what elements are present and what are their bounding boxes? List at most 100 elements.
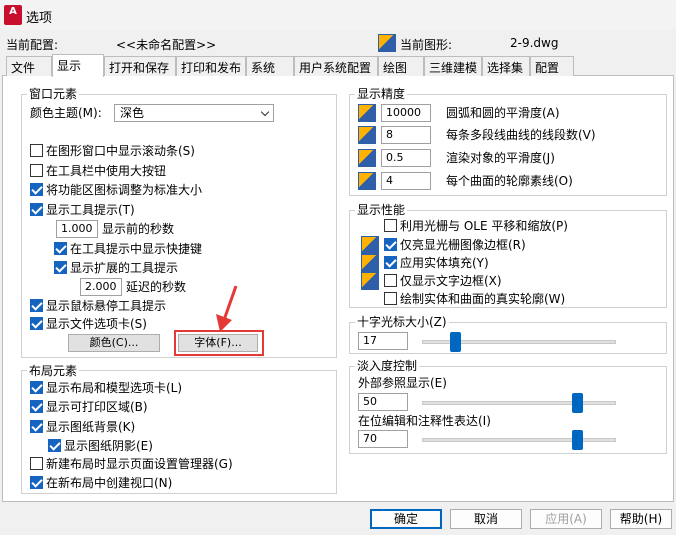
checkbox-paper-shadow[interactable]: 显示图纸阴影(E): [48, 438, 153, 454]
crosshair-size-slider-thumb[interactable]: [449, 332, 461, 352]
tab-plot-publish[interactable]: 打印和发布: [176, 56, 246, 76]
current-drawing-value: 2-9.dwg: [510, 36, 559, 50]
checkbox-raster-frame-only[interactable]: 仅亮显光栅图像边框(R): [384, 237, 526, 253]
checkbox-label: 在工具栏中使用大按钮: [46, 164, 167, 178]
tab-drafting[interactable]: 绘图: [378, 56, 424, 76]
render-smoothness-input[interactable]: 0.5: [381, 149, 431, 167]
crosshair-size-title: 十字光标大小(Z): [355, 313, 449, 330]
tab-system[interactable]: 系统: [246, 56, 294, 76]
checkbox-box[interactable]: [30, 457, 43, 470]
xref-fade-input[interactable]: 50: [358, 393, 408, 411]
checkbox-label: 显示可打印区域(B): [46, 400, 148, 414]
xref-fade-label: 外部参照显示(E): [358, 376, 447, 390]
window-elements-title: 窗口元素: [27, 85, 80, 102]
xref-fade-slider-thumb[interactable]: [572, 393, 584, 413]
checkbox-box[interactable]: [54, 242, 67, 255]
checkbox-box[interactable]: [30, 400, 43, 413]
polyline-segments-label: 每条多段线曲线的线段数(V): [446, 128, 596, 142]
drawing-file-icon: [378, 34, 396, 52]
checkbox-box[interactable]: [30, 317, 43, 330]
checkbox-box[interactable]: [30, 299, 43, 312]
tooltip-delay-input[interactable]: 1.000: [56, 220, 98, 238]
checkbox-show-scrollbars[interactable]: 在图形窗口中显示滚动条(S): [30, 143, 195, 159]
autocad-app-icon: A: [4, 5, 22, 25]
checkbox-layout-model-tabs[interactable]: 显示布局和模型选项卡(L): [30, 380, 182, 396]
drawing-setting-icon: [361, 254, 379, 272]
tab-user-preferences[interactable]: 用户系统配置: [294, 56, 378, 76]
drawing-setting-icon: [361, 236, 379, 254]
checkbox-box[interactable]: [384, 238, 397, 251]
tab-selection[interactable]: 选择集: [482, 56, 530, 76]
checkbox-large-buttons[interactable]: 在工具栏中使用大按钮: [30, 163, 166, 179]
inplace-edit-fade-input[interactable]: 70: [358, 430, 408, 448]
checkbox-box[interactable]: [30, 476, 43, 489]
checkbox-label: 利用光栅与 OLE 平移和缩放(P): [400, 219, 568, 233]
color-theme-label: 颜色主题(M):: [30, 106, 102, 120]
polyline-segments-input[interactable]: 8: [381, 126, 431, 144]
checkbox-solid-fill[interactable]: 应用实体填充(Y): [384, 255, 489, 271]
checkbox-paper-background[interactable]: 显示图纸背景(K): [30, 419, 135, 435]
drawing-setting-icon: [358, 104, 376, 122]
checkbox-box[interactable]: [384, 292, 397, 305]
checkbox-page-setup-manager[interactable]: 新建布局时显示页面设置管理器(G): [30, 456, 233, 472]
tooltip-delay-label: 显示前的秒数: [102, 222, 175, 236]
checkbox-create-viewport[interactable]: 在新布局中创建视口(N): [30, 475, 172, 491]
checkbox-show-shortcut-keys[interactable]: 在工具提示中显示快捷键: [54, 241, 202, 257]
checkbox-label: 新建布局时显示页面设置管理器(G): [46, 457, 233, 471]
extended-delay-input[interactable]: 2.000: [80, 278, 122, 296]
checkbox-box[interactable]: [30, 164, 43, 177]
checkbox-box[interactable]: [30, 183, 43, 196]
inplace-edit-fade-slider-thumb[interactable]: [572, 430, 584, 450]
crosshair-size-input[interactable]: 17: [358, 332, 408, 350]
checkbox-label: 仅亮显光栅图像边框(R): [400, 238, 526, 252]
tab-3d-modeling[interactable]: 三维建模: [424, 56, 482, 76]
drawing-setting-icon: [358, 126, 376, 144]
checkbox-label: 在新布局中创建视口(N): [46, 476, 173, 490]
checkbox-label: 应用实体填充(Y): [400, 256, 489, 270]
checkbox-box[interactable]: [30, 144, 43, 157]
extended-delay-label: 延迟的秒数: [126, 280, 187, 294]
tab-open-save[interactable]: 打开和保存: [104, 56, 176, 76]
xref-fade-slider-track[interactable]: [422, 401, 616, 405]
inplace-edit-fade-slider-track[interactable]: [422, 438, 616, 442]
arc-smoothness-input[interactable]: 10000: [381, 104, 431, 122]
tab-display[interactable]: 显示: [52, 54, 104, 77]
colors-button[interactable]: 颜色(C)...: [68, 334, 160, 352]
checkbox-printable-area[interactable]: 显示可打印区域(B): [30, 399, 148, 415]
checkbox-box[interactable]: [384, 274, 397, 287]
checkbox-label: 在图形窗口中显示滚动条(S): [46, 144, 195, 158]
cancel-button[interactable]: 取消: [450, 509, 522, 529]
chevron-down-icon: [260, 107, 270, 117]
drawing-setting-icon: [361, 272, 379, 290]
checkbox-show-tooltips[interactable]: 显示工具提示(T): [30, 202, 135, 218]
checkbox-file-tabs[interactable]: 显示文件选项卡(S): [30, 316, 147, 332]
apply-button[interactable]: 应用(A): [530, 509, 602, 529]
checkbox-rollover-tooltips[interactable]: 显示鼠标悬停工具提示: [30, 298, 166, 314]
checkbox-box[interactable]: [384, 256, 397, 269]
checkbox-box[interactable]: [48, 439, 61, 452]
checkbox-box[interactable]: [30, 381, 43, 394]
checkbox-label: 绘制实体和曲面的真实轮廓(W): [400, 292, 566, 306]
checkbox-box[interactable]: [384, 219, 397, 232]
checkbox-label: 在工具提示中显示快捷键: [70, 242, 203, 256]
checkbox-label: 显示图纸阴影(E): [64, 439, 153, 453]
checkbox-box[interactable]: [30, 420, 43, 433]
checkbox-raster-ole-pan[interactable]: 利用光栅与 OLE 平移和缩放(P): [384, 218, 568, 234]
checkbox-label: 显示鼠标悬停工具提示: [46, 299, 167, 313]
tab-files[interactable]: 文件: [6, 56, 52, 76]
checkbox-true-silhouettes[interactable]: 绘制实体和曲面的真实轮廓(W): [384, 291, 565, 307]
checkbox-ribbon-icons-standard[interactable]: 将功能区图标调整为标准大小: [30, 182, 202, 198]
checkbox-label: 仅显示文字边框(X): [400, 274, 502, 288]
tab-profiles[interactable]: 配置: [530, 56, 574, 76]
checkbox-box[interactable]: [54, 261, 67, 274]
ok-button[interactable]: 确定: [370, 509, 442, 529]
contour-lines-input[interactable]: 4: [381, 172, 431, 190]
checkbox-text-boundary[interactable]: 仅显示文字边框(X): [384, 273, 502, 289]
checkbox-extended-tooltips[interactable]: 显示扩展的工具提示: [54, 260, 178, 276]
checkbox-box[interactable]: [30, 203, 43, 216]
checkbox-label: 显示扩展的工具提示: [70, 261, 179, 275]
checkbox-label: 显示工具提示(T): [46, 203, 135, 217]
window-title: 选项: [26, 11, 53, 26]
color-theme-dropdown[interactable]: 深色: [114, 104, 274, 122]
help-button[interactable]: 帮助(H): [610, 509, 672, 529]
